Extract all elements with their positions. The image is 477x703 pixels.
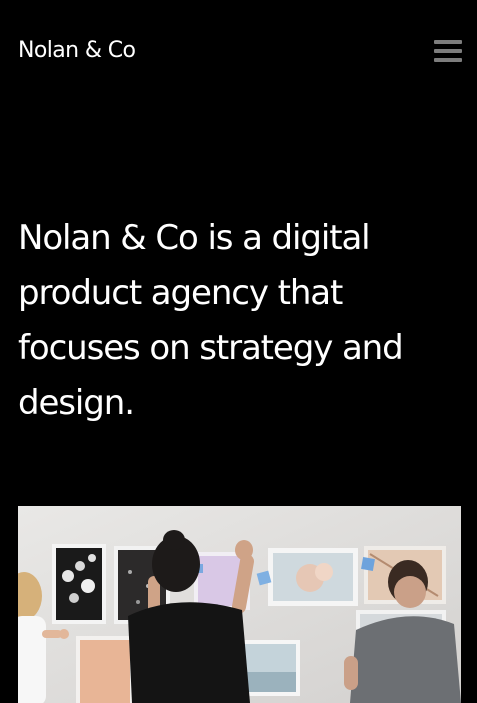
hamburger-menu-icon[interactable] bbox=[434, 40, 462, 64]
brand-logo-link[interactable]: Nolan & Co bbox=[18, 36, 136, 66]
site-header: Nolan & Co bbox=[0, 0, 477, 100]
menu-bar bbox=[434, 49, 462, 53]
hero-headline: Nolan & Co is a digital product agency t… bbox=[18, 218, 404, 423]
team-moodboard-photo bbox=[18, 506, 461, 703]
menu-bar bbox=[434, 58, 462, 62]
hero-photo bbox=[18, 506, 461, 703]
menu-bar bbox=[434, 40, 462, 44]
